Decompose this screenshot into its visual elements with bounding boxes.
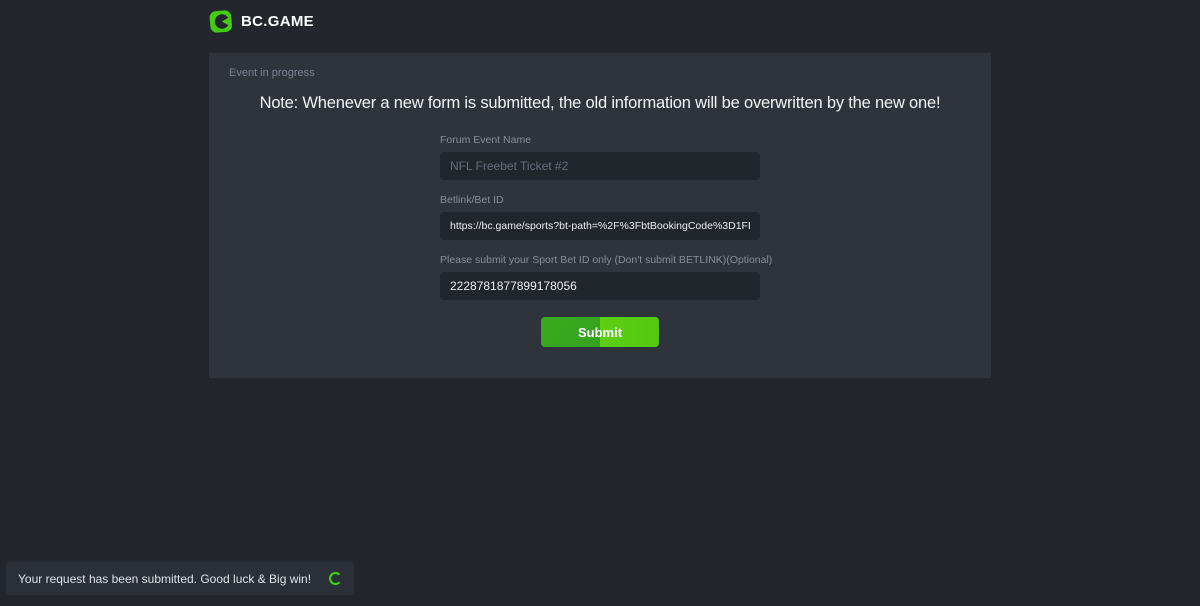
field-betlink-bet-id: Betlink/Bet ID	[440, 194, 760, 240]
brand-name: BC.GAME	[241, 13, 314, 30]
forum-event-name-label: Forum Event Name	[440, 134, 760, 146]
field-forum-event-name: Forum Event Name	[440, 134, 760, 180]
betlink-bet-id-input[interactable]	[440, 212, 760, 240]
main-content: Event in progress Note: Whenever a new f…	[0, 53, 1200, 378]
field-sport-bet-id: Please submit your Sport Bet ID only (Do…	[440, 254, 760, 300]
betlink-bet-id-label: Betlink/Bet ID	[440, 194, 760, 206]
bcgame-logo-icon	[209, 9, 233, 34]
brand-logo[interactable]: BC.GAME	[209, 9, 314, 34]
event-form-card: Event in progress Note: Whenever a new f…	[209, 53, 991, 378]
loading-spinner-icon	[329, 572, 342, 585]
note-text: Note: Whenever a new form is submitted, …	[229, 94, 971, 113]
event-form: Forum Event Name Betlink/Bet ID Please s…	[440, 134, 760, 347]
toast: Your request has been submitted. Good lu…	[6, 562, 354, 595]
toast-message: Your request has been submitted. Good lu…	[18, 572, 311, 586]
sport-bet-id-label: Please submit your Sport Bet ID only (Do…	[440, 254, 760, 266]
submit-button[interactable]: Submit	[541, 317, 659, 347]
sport-bet-id-input[interactable]	[440, 272, 760, 300]
page: BC.GAME Event in progress Note: Whenever…	[0, 0, 1200, 606]
header-inner: BC.GAME	[209, 9, 991, 34]
header: BC.GAME	[0, 0, 1200, 42]
event-status-text: Event in progress	[229, 67, 971, 79]
forum-event-name-input[interactable]	[440, 152, 760, 180]
